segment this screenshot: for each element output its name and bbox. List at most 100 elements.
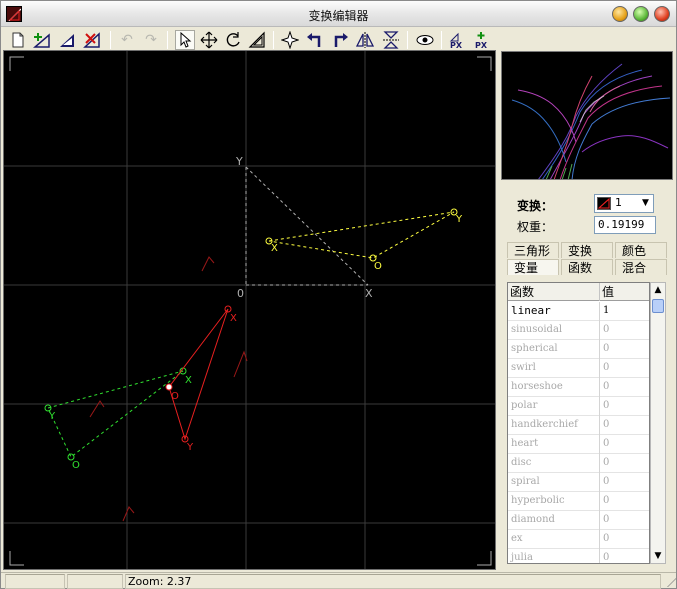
variation-row[interactable]: linear 1 (508, 302, 649, 321)
variation-row[interactable]: heart 0 (508, 435, 649, 454)
add-icon[interactable] (32, 30, 52, 50)
variation-value[interactable]: 0 (600, 549, 649, 563)
duplicate-icon[interactable] (57, 30, 77, 50)
svg-text:PX: PX (475, 41, 488, 49)
tab-transform[interactable]: 变换 (561, 242, 613, 258)
transform-color-swatch (597, 197, 611, 210)
transform-canvas[interactable]: 0 Y X X Y O Y X O X Y O (3, 50, 496, 570)
variation-row[interactable]: spiral 0 (508, 473, 649, 492)
variation-value[interactable]: 0 (600, 473, 649, 492)
move-icon[interactable] (199, 30, 219, 50)
reference-x-label: X (365, 287, 373, 300)
select-icon[interactable] (175, 30, 195, 50)
variation-value[interactable]: 0 (600, 397, 649, 416)
transform-select-value: 1 (615, 196, 622, 209)
variation-name: spherical (508, 340, 600, 359)
canvas-corner-marks (9, 56, 492, 566)
variations-scrollbar[interactable]: ▲ ▼ (650, 282, 666, 564)
rotate-icon[interactable] (223, 30, 243, 50)
delete-icon[interactable] (82, 30, 102, 50)
variation-row[interactable]: julia 0 (508, 549, 649, 563)
status-cell-1 (5, 574, 65, 589)
variations-grid[interactable]: 函数 值 linear 1 sinusoidal 0 spherical 0 s… (507, 282, 650, 564)
variation-row[interactable]: spherical 0 (508, 340, 649, 359)
variation-name: linear (508, 302, 600, 321)
redo-icon[interactable]: ↷ (141, 30, 161, 50)
variation-row[interactable]: swirl 0 (508, 359, 649, 378)
variation-name: julia (508, 549, 600, 563)
variation-value[interactable]: 0 (600, 530, 649, 549)
reference-triangle (245, 166, 369, 286)
weight-input[interactable]: 0.19199 (594, 216, 656, 234)
variation-row[interactable]: polar 0 (508, 397, 649, 416)
post-transform-add-icon[interactable]: PX (473, 30, 493, 50)
minimize-button[interactable] (612, 6, 628, 22)
tab-triangle[interactable]: 三角形 (507, 242, 559, 258)
variation-name: polar (508, 397, 600, 416)
post-transform-icon[interactable]: PX (448, 30, 468, 50)
variation-value[interactable]: 0 (600, 359, 649, 378)
variation-row[interactable]: sinusoidal 0 (508, 321, 649, 340)
variation-value[interactable]: 0 (600, 511, 649, 530)
transform-yellow (268, 211, 455, 259)
yellow-o-label: O (374, 261, 382, 272)
svg-text:PX: PX (450, 41, 463, 49)
rotate-right-icon[interactable] (330, 30, 350, 50)
status-bar: Zoom: 2.37 (1, 572, 677, 589)
reference-y-label: Y (235, 155, 243, 168)
green-x-label: X (185, 375, 192, 386)
chevron-down-icon[interactable]: ▼ (638, 195, 653, 212)
variation-name: handkerchief (508, 416, 600, 435)
center-icon[interactable] (280, 30, 300, 50)
new-icon[interactable] (8, 30, 28, 50)
scale-icon[interactable] (247, 30, 267, 50)
close-button[interactable] (654, 6, 670, 22)
variation-value[interactable]: 0 (600, 321, 649, 340)
variation-value[interactable]: 0 (600, 492, 649, 511)
header-value[interactable]: 值 (600, 283, 649, 301)
toolbar: ↶ ↷ PX PX (1, 28, 676, 52)
variation-row[interactable]: disc 0 (508, 454, 649, 473)
variation-name: horseshoe (508, 378, 600, 397)
editor-tabs: 三角形 变换 颜色 变量 函数 混合 (503, 241, 671, 279)
weight-label: 权重： (517, 220, 554, 234)
variation-value[interactable]: 0 (600, 435, 649, 454)
tab-color[interactable]: 颜色 (615, 242, 667, 258)
variation-value[interactable]: 1 (600, 302, 649, 321)
transform-yellow-handles (265, 208, 458, 262)
scroll-up-icon[interactable]: ▲ (651, 283, 665, 297)
flip-vertical-icon[interactable] (381, 30, 401, 50)
undo-icon[interactable]: ↶ (117, 30, 137, 50)
scroll-thumb[interactable] (652, 299, 664, 313)
variation-value[interactable]: 0 (600, 454, 649, 473)
variation-row[interactable]: diamond 0 (508, 511, 649, 530)
canvas-grid (4, 51, 495, 569)
transform-red (168, 308, 229, 441)
title-bar[interactable]: 变换编辑器 (1, 1, 676, 27)
window-title: 变换编辑器 (308, 9, 369, 23)
yellow-y-label: Y (455, 214, 463, 225)
rotate-left-icon[interactable] (305, 30, 325, 50)
visibility-icon[interactable] (415, 30, 435, 50)
variation-row[interactable]: handkerchief 0 (508, 416, 649, 435)
transform-label: 变换： (517, 199, 554, 213)
scroll-down-icon[interactable]: ▼ (651, 549, 665, 563)
maximize-button[interactable] (633, 6, 649, 22)
variation-row[interactable]: ex 0 (508, 530, 649, 549)
variation-name: swirl (508, 359, 600, 378)
variation-row[interactable]: hyperbolic 0 (508, 492, 649, 511)
variation-name: sinusoidal (508, 321, 600, 340)
tab-variations[interactable]: 变量 (507, 259, 559, 275)
flip-horizontal-icon[interactable] (355, 30, 375, 50)
flame-preview (501, 51, 673, 180)
status-cell-2 (67, 574, 123, 589)
red-x-label: X (230, 313, 237, 324)
header-function[interactable]: 函数 (508, 283, 600, 301)
variation-row[interactable]: horseshoe 0 (508, 378, 649, 397)
variation-value[interactable]: 0 (600, 340, 649, 359)
tab-functions[interactable]: 函数 (561, 259, 613, 275)
transform-select[interactable]: 1 ▼ (594, 194, 654, 213)
variation-value[interactable]: 0 (600, 416, 649, 435)
variation-value[interactable]: 0 (600, 378, 649, 397)
tab-blend[interactable]: 混合 (615, 259, 667, 275)
